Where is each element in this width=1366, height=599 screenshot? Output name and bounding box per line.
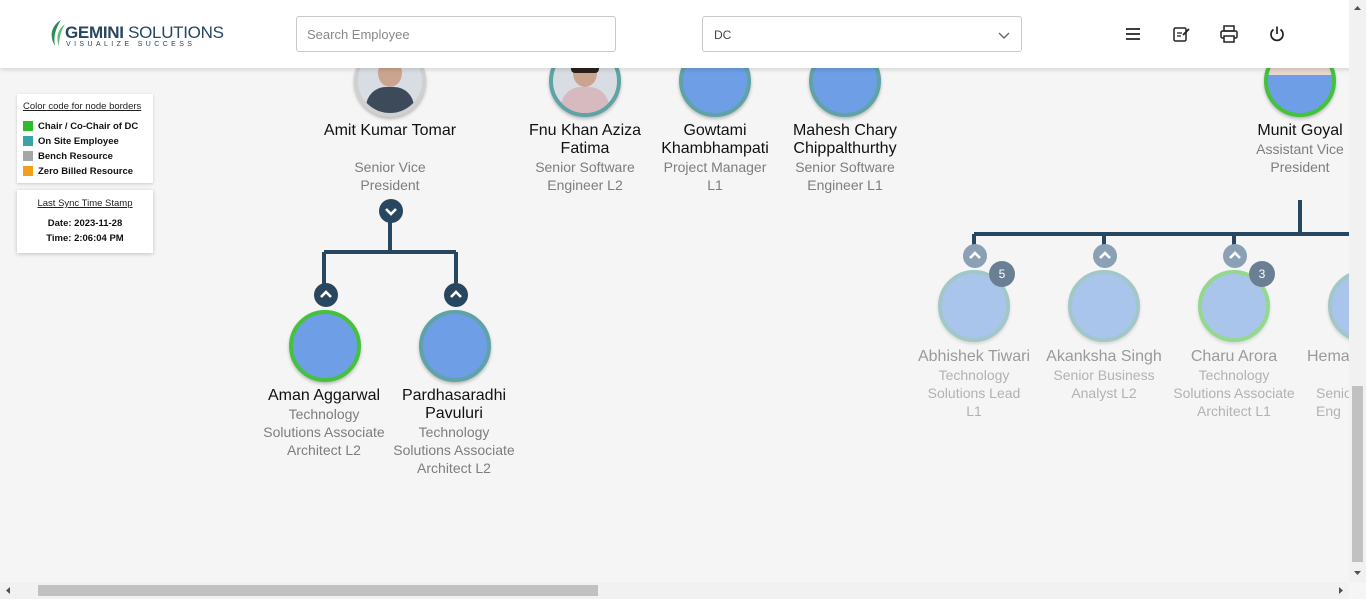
node-name-munit[interactable]: Munit Goyal (1230, 122, 1366, 140)
node-name-akanksha[interactable]: Akanksha Singh (1034, 348, 1174, 366)
dc-select[interactable]: DC (702, 16, 1022, 52)
chevron-up-icon (1229, 251, 1241, 259)
chevron-up-icon (1099, 251, 1111, 259)
org-chart-app: GEMINI SOLUTIONS VISUALIZE SUCCESS DC (0, 0, 1366, 599)
scroll-right-arrow-icon[interactable] (1336, 582, 1346, 599)
chevron-up-icon (450, 290, 462, 298)
expand-toggle-abhishek[interactable] (963, 244, 987, 268)
collapse-toggle-amit[interactable] (379, 199, 403, 223)
node-title-mahesh: Senior Software Engineer L1 (795, 159, 895, 193)
chevron-down-icon (998, 32, 1010, 39)
node-name-amit[interactable]: Amit Kumar Tomar (320, 122, 460, 140)
photo-body (366, 87, 414, 113)
photo-body (561, 87, 609, 113)
search-employee-input[interactable] (296, 16, 616, 52)
avatar-akanksha[interactable] (1068, 270, 1140, 342)
children-count-badge: 3 (1249, 261, 1275, 287)
scroll-down-arrow-icon[interactable] (1349, 568, 1366, 578)
menu-icon[interactable] (1123, 24, 1143, 44)
vertical-scroll-thumb[interactable] (1352, 386, 1363, 562)
vertical-scrollbar[interactable] (1349, 0, 1366, 582)
node-title-munit: Assistant Vice President (1256, 141, 1344, 175)
node-name-charu[interactable]: Charu Arora (1164, 348, 1304, 366)
node-name-gowtami[interactable]: Gowtami Khambhampati (645, 122, 785, 158)
expand-toggle-pardha[interactable] (444, 283, 468, 307)
chevron-down-icon (385, 208, 397, 216)
node-name-abhishek[interactable]: Abhishek Tiwari (904, 348, 1044, 366)
node-name-aman[interactable]: Aman Aggarwal (254, 387, 394, 405)
expand-toggle-akanksha[interactable] (1093, 244, 1117, 268)
expand-toggle-aman[interactable] (314, 283, 338, 307)
expand-toggle-charu[interactable] (1223, 244, 1247, 268)
node-title-abhishek: Technology Solutions Lead L1 (927, 367, 1021, 419)
dc-select-value: DC (714, 28, 732, 42)
scroll-left-arrow-icon[interactable] (3, 582, 13, 599)
node-name-mahesh[interactable]: Mahesh Chary Chippalthurthy (775, 122, 915, 158)
chevron-up-icon (969, 251, 981, 259)
horizontal-scroll-thumb[interactable] (38, 585, 598, 596)
gemini-logo[interactable]: GEMINI SOLUTIONS VISUALIZE SUCCESS (47, 18, 224, 50)
node-title-hema: Senio Eng (1316, 385, 1352, 419)
logo-text: GEMINI SOLUTIONS (65, 23, 224, 42)
top-header: GEMINI SOLUTIONS VISUALIZE SUCCESS DC (0, 0, 1366, 68)
edit-note-icon[interactable] (1171, 24, 1191, 44)
node-name-fnu[interactable]: Fnu Khan Aziza Fatima (515, 122, 655, 158)
chevron-up-icon (320, 290, 332, 298)
node-title-fnu: Senior Software Engineer L2 (535, 159, 635, 193)
avatar-pardha[interactable] (419, 310, 491, 382)
logo-tagline: VISUALIZE SUCCESS (66, 41, 196, 48)
node-name-pardha[interactable]: Pardhasaradhi Pavuluri (384, 387, 524, 423)
node-title-aman: Technology Solutions Associate Architect… (263, 406, 385, 458)
avatar-aman[interactable] (289, 310, 361, 382)
node-title-gowtami: Project Manager L1 (663, 159, 767, 193)
node-title-charu: Technology Solutions Associate Architect… (1173, 367, 1295, 419)
power-icon[interactable] (1267, 24, 1287, 44)
node-title-amit: Senior Vice President (354, 159, 426, 193)
node-title-pardha: Technology Solutions Associate Architect… (393, 424, 515, 476)
children-count-badge: 5 (989, 261, 1015, 287)
connector-munit (972, 200, 1349, 258)
logo-leaf-icon (51, 20, 65, 46)
node-title-akanksha: Senior Business Analyst L2 (1053, 367, 1155, 401)
print-icon[interactable] (1219, 24, 1239, 44)
scroll-up-arrow-icon[interactable] (1349, 3, 1366, 13)
horizontal-scrollbar[interactable] (0, 582, 1349, 599)
